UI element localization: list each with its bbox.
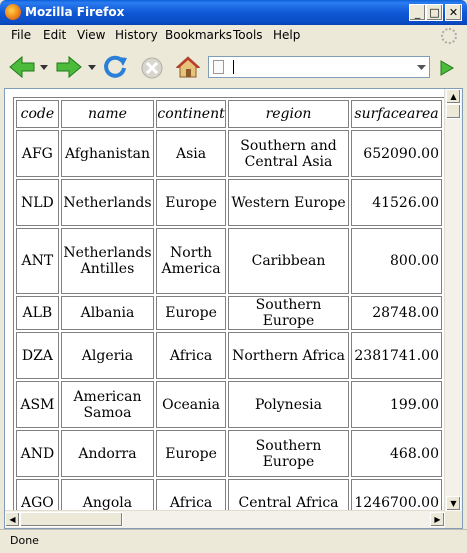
stop-icon[interactable]: [140, 56, 164, 80]
cell-surfacearea: 652090.00: [351, 130, 442, 177]
menu-help[interactable]: Help: [273, 28, 300, 42]
cell-region: Polynesia: [227, 381, 350, 428]
cell-region: Southern Europe: [227, 430, 350, 477]
back-arrow-icon[interactable]: [8, 55, 36, 79]
column-header: name: [60, 100, 155, 128]
cell-continent: Europe: [156, 296, 226, 330]
firefox-logo-icon: [5, 4, 21, 20]
back-dropdown-icon[interactable]: [40, 65, 48, 71]
cell-region: Caribbean: [227, 228, 350, 294]
cell-name: Albania: [60, 296, 155, 330]
page-icon: [213, 60, 224, 74]
cell-code: ANT: [16, 228, 59, 294]
cell-name: Afghanistan: [60, 130, 155, 177]
cell-region: Northern Africa: [227, 332, 350, 379]
cell-surfacearea: 41526.00: [351, 179, 442, 226]
cell-name: Algeria: [60, 332, 155, 379]
home-icon[interactable]: [175, 54, 201, 80]
page-content: code name continent region surfacearea A…: [4, 88, 463, 529]
data-table: code name continent region surfacearea A…: [13, 97, 445, 511]
cell-surfacearea: 28748.00: [351, 296, 442, 330]
forward-dropdown-icon[interactable]: [88, 65, 96, 71]
throbber-icon: [441, 28, 457, 44]
table-row: AGO Angola Africa Central Africa 1246700…: [16, 479, 442, 511]
url-dropdown-icon[interactable]: [414, 57, 429, 77]
status-text: Done: [10, 534, 39, 547]
reload-icon[interactable]: [103, 54, 129, 80]
table-row: AND Andorra Europe Southern Europe 468.0…: [16, 430, 442, 477]
menu-history[interactable]: History: [115, 28, 158, 42]
scroll-corner: [445, 511, 462, 528]
cell-name: Angola: [60, 479, 155, 511]
column-header: code: [16, 100, 59, 128]
cell-code: ALB: [16, 296, 59, 330]
content-viewport: code name continent region surfacearea A…: [5, 89, 445, 511]
table-header-row: code name continent region surfacearea: [16, 100, 442, 128]
cell-continent: North America: [156, 228, 226, 294]
cell-surfacearea: 2381741.00: [351, 332, 442, 379]
column-header: continent: [156, 100, 226, 128]
status-bar: Done: [0, 529, 467, 553]
status-divider: [0, 529, 467, 530]
cell-name: American Samoa: [60, 381, 155, 428]
cell-continent: Europe: [156, 430, 226, 477]
cell-region: Central Africa: [227, 479, 350, 511]
table-row: ALB Albania Europe Southern Europe 28748…: [16, 296, 442, 330]
scroll-up-button[interactable]: ▲: [446, 89, 461, 104]
cell-code: AFG: [16, 130, 59, 177]
vertical-scrollbar[interactable]: ▲ ▼: [444, 89, 462, 511]
minimize-button[interactable]: _: [409, 4, 426, 21]
cell-continent: Africa: [156, 332, 226, 379]
horizontal-scrollbar[interactable]: ◀ ▶: [5, 510, 445, 528]
table-row: NLD Netherlands Europe Western Europe 41…: [16, 179, 442, 226]
cell-name: Netherlands Antilles: [60, 228, 155, 294]
cell-surfacearea: 468.00: [351, 430, 442, 477]
menu-bookmarks[interactable]: Bookmarks: [165, 28, 232, 42]
menu-view[interactable]: View: [77, 28, 105, 42]
maximize-button[interactable]: □: [426, 4, 443, 21]
table-row: DZA Algeria Africa Northern Africa 23817…: [16, 332, 442, 379]
menu-bar: File Edit View History Bookmarks Tools H…: [0, 25, 467, 46]
menu-edit[interactable]: Edit: [43, 28, 66, 42]
cell-code: ASM: [16, 381, 59, 428]
cell-code: NLD: [16, 179, 59, 226]
vertical-scroll-thumb[interactable]: [446, 104, 461, 119]
cell-region: Southern and Central Asia: [227, 130, 350, 177]
column-header: surfacearea: [351, 100, 442, 128]
window-title: Mozilla Firefox: [25, 5, 125, 19]
cell-code: DZA: [16, 332, 59, 379]
cell-code: AGO: [16, 479, 59, 511]
menu-file[interactable]: File: [11, 28, 31, 42]
cell-continent: Africa: [156, 479, 226, 511]
scroll-down-button[interactable]: ▼: [446, 496, 461, 511]
cell-name: Netherlands: [60, 179, 155, 226]
close-button[interactable]: ✕: [445, 4, 462, 21]
forward-arrow-icon[interactable]: [55, 55, 83, 79]
cell-region: Southern Europe: [227, 296, 350, 330]
scroll-right-button[interactable]: ▶: [430, 512, 445, 527]
cell-region: Western Europe: [227, 179, 350, 226]
table-row: ANT Netherlands Antilles North America C…: [16, 228, 442, 294]
cell-surfacearea: 800.00: [351, 228, 442, 294]
cell-surfacearea: 1246700.00: [351, 479, 442, 511]
cell-code: AND: [16, 430, 59, 477]
horizontal-scroll-thumb[interactable]: [20, 512, 123, 527]
cell-continent: Asia: [156, 130, 226, 177]
url-field[interactable]: [208, 56, 430, 78]
go-arrow-icon[interactable]: [436, 58, 456, 78]
text-caret: [233, 60, 234, 74]
cell-name: Andorra: [60, 430, 155, 477]
table-row: AFG Afghanistan Asia Southern and Centra…: [16, 130, 442, 177]
cell-continent: Oceania: [156, 381, 226, 428]
scroll-left-button[interactable]: ◀: [5, 512, 20, 527]
table-row: ASM American Samoa Oceania Polynesia 199…: [16, 381, 442, 428]
cell-surfacearea: 199.00: [351, 381, 442, 428]
menu-tools[interactable]: Tools: [233, 28, 263, 42]
column-header: region: [227, 100, 350, 128]
title-bar[interactable]: Mozilla Firefox _ □ ✕: [0, 0, 467, 25]
cell-continent: Europe: [156, 179, 226, 226]
